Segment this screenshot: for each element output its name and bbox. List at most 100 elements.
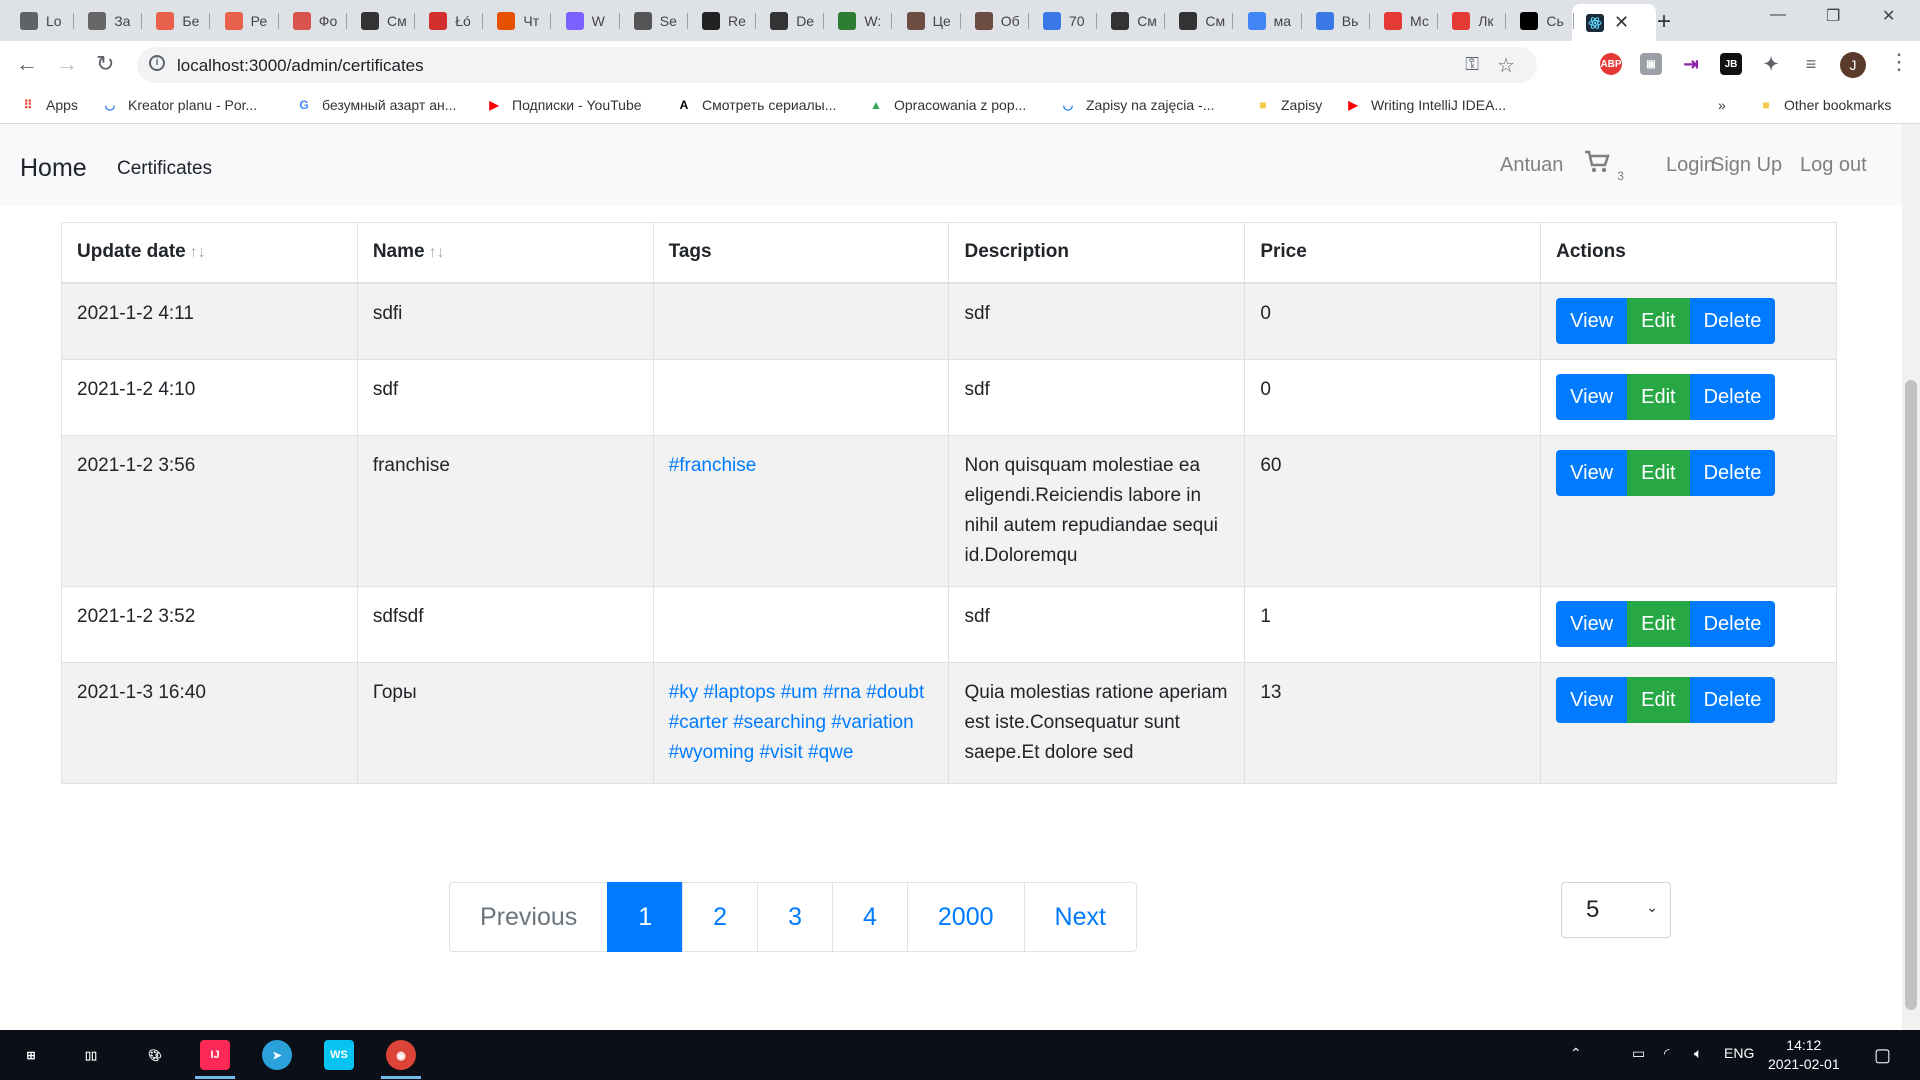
tab-4[interactable]: Фо — [279, 6, 347, 36]
bookmark-item[interactable]: ■ Zapisy — [1255, 97, 1322, 113]
delete-button[interactable]: Delete — [1689, 601, 1776, 647]
tab-5[interactable]: См — [347, 6, 415, 36]
header-name[interactable]: Name ↑↓ — [356, 222, 654, 284]
menu-icon[interactable]: ⋮ — [1888, 49, 1910, 75]
tab-active[interactable]: ✕ — [1572, 4, 1656, 41]
bookmark-item[interactable]: A Смотреть сериалы... — [676, 97, 837, 113]
pagination-page[interactable]: 4 — [831, 882, 908, 952]
telegram-icon[interactable]: ➤ — [262, 1040, 292, 1070]
minimize-button[interactable]: — — [1770, 6, 1786, 24]
edit-button[interactable]: Edit — [1627, 601, 1690, 647]
sort-icon[interactable]: ↑↓ — [429, 244, 445, 261]
scrollbar-thumb[interactable] — [1905, 380, 1917, 1010]
bookmark-item[interactable]: ⠿ Apps — [20, 97, 78, 113]
tag-links[interactable]: #ky #laptops #um #rna #doubt #carter #se… — [669, 682, 925, 763]
back-button[interactable]: ← — [16, 51, 38, 77]
forward-button[interactable]: → — [56, 51, 78, 77]
edit-button[interactable]: Edit — [1627, 374, 1690, 420]
bookmark-item[interactable]: Gбезумный азарт ан... — [296, 97, 456, 113]
nav-certificates-link[interactable]: Certificates — [117, 158, 212, 180]
intellij-icon[interactable]: IJ — [200, 1040, 230, 1070]
view-button[interactable]: View — [1556, 677, 1628, 723]
arrow-extension-icon[interactable]: ⇥ — [1680, 53, 1702, 75]
signup-link[interactable]: Sign Up — [1711, 154, 1782, 177]
adblock-icon[interactable]: ABP — [1600, 53, 1622, 75]
bookmark-item[interactable]: ▶ Подписки - YouTube — [486, 97, 641, 113]
tab-11[interactable]: De — [756, 6, 825, 36]
extension-icon[interactable]: ▣ — [1640, 53, 1662, 75]
view-button[interactable]: View — [1556, 601, 1628, 647]
tab-20[interactable]: Мс — [1370, 6, 1438, 36]
bookmark-item[interactable]: ◡ Zapisy na zajęcia -... — [1060, 97, 1215, 113]
tab-10[interactable]: Re — [688, 6, 756, 36]
tab-6[interactable]: Łó — [415, 6, 484, 36]
puzzle-icon[interactable]: ✦ — [1760, 53, 1782, 75]
media-queue-icon[interactable]: ≡ — [1800, 53, 1822, 75]
delete-button[interactable]: Delete — [1689, 374, 1776, 420]
url-text[interactable]: localhost:3000/admin/certificates — [177, 56, 424, 76]
start-icon[interactable]: ⊞ — [16, 1040, 46, 1070]
login-link[interactable]: Login — [1666, 154, 1715, 177]
tab-12[interactable]: W: — [824, 6, 893, 36]
tab-22[interactable]: Сь — [1506, 6, 1575, 36]
language-indicator[interactable]: ENG — [1724, 1045, 1754, 1061]
tab-16[interactable]: См — [1097, 6, 1166, 36]
profile-avatar[interactable]: J — [1840, 52, 1866, 78]
view-button[interactable]: View — [1556, 374, 1628, 420]
reload-button[interactable]: ↻ — [96, 51, 114, 77]
cart-link[interactable]: 3 — [1584, 150, 1624, 183]
battery-icon[interactable]: ▭ — [1632, 1045, 1645, 1062]
webstorm-icon[interactable]: WS — [324, 1040, 354, 1070]
key-icon[interactable]: ⚿ — [1465, 54, 1479, 75]
tab-8[interactable]: W — [552, 6, 620, 36]
tab-13[interactable]: Це — [893, 6, 961, 36]
task-view-icon[interactable]: ▯▯ — [76, 1040, 106, 1070]
pagination-page[interactable]: 2000 — [906, 882, 1025, 952]
restore-button[interactable]: ❐ — [1826, 6, 1840, 26]
info-icon[interactable]: i — [149, 55, 165, 71]
close-tab-icon[interactable]: ✕ — [1614, 12, 1629, 33]
pagination-page[interactable]: 1 — [607, 882, 684, 952]
tab-3[interactable]: Ре — [211, 6, 279, 36]
wifi-icon[interactable]: ◜ — [1664, 1045, 1669, 1062]
bookmarks-overflow-button[interactable]: » — [1718, 97, 1726, 113]
tab-17[interactable]: См — [1165, 6, 1234, 36]
edit-button[interactable]: Edit — [1627, 677, 1690, 723]
view-button[interactable]: View — [1556, 298, 1628, 344]
edit-button[interactable]: Edit — [1627, 450, 1690, 496]
delete-button[interactable]: Delete — [1689, 450, 1776, 496]
notifications-icon[interactable]: ▢ — [1874, 1045, 1891, 1066]
tab-2[interactable]: Бе — [142, 6, 211, 36]
volume-icon[interactable]: 🔈︎ — [1694, 1045, 1702, 1062]
clock[interactable]: 14:12 2021-02-01 — [1768, 1036, 1840, 1074]
tab-0[interactable]: Lo — [6, 6, 74, 36]
pagination-previous[interactable]: Previous — [449, 882, 609, 952]
tab-19[interactable]: Вь — [1302, 6, 1370, 36]
bookmark-item[interactable]: ▶ Writing IntelliJ IDEA... — [1345, 97, 1506, 113]
chrome-icon[interactable]: ◉ — [386, 1040, 416, 1070]
page-scrollbar[interactable] — [1902, 124, 1920, 1030]
tab-9[interactable]: Se — [620, 6, 688, 36]
header-update-date[interactable]: Update date ↑↓ — [61, 222, 358, 284]
tab-18[interactable]: ма — [1234, 6, 1302, 36]
delete-button[interactable]: Delete — [1689, 677, 1776, 723]
pagination-page[interactable]: 3 — [757, 882, 833, 952]
pagination-page[interactable]: 2 — [682, 882, 759, 952]
user-name-link[interactable]: Antuan — [1500, 154, 1563, 177]
page-size-select[interactable]: 5 ⌄ — [1561, 882, 1671, 938]
bookmark-star-icon[interactable]: ☆ — [1497, 53, 1515, 78]
bookmark-item[interactable]: ◡ Kreator planu - Por... — [102, 97, 257, 113]
tag-links[interactable]: #franchise — [669, 455, 757, 476]
close-window-button[interactable]: ✕ — [1882, 6, 1895, 26]
brand-home-link[interactable]: Home — [20, 154, 87, 183]
tab-14[interactable]: Об — [961, 6, 1029, 36]
tab-15[interactable]: 70 — [1029, 6, 1097, 36]
tab-7[interactable]: Чт — [483, 6, 552, 36]
delete-button[interactable]: Delete — [1689, 298, 1776, 344]
tab-1[interactable]: За — [74, 6, 143, 36]
jetbrains-icon[interactable]: JB — [1720, 53, 1742, 75]
view-button[interactable]: View — [1556, 450, 1628, 496]
edit-button[interactable]: Edit — [1627, 298, 1690, 344]
address-bar[interactable]: i localhost:3000/admin/certificates ⚿ ☆ — [137, 47, 1537, 83]
pagination-next[interactable]: Next — [1023, 882, 1137, 952]
